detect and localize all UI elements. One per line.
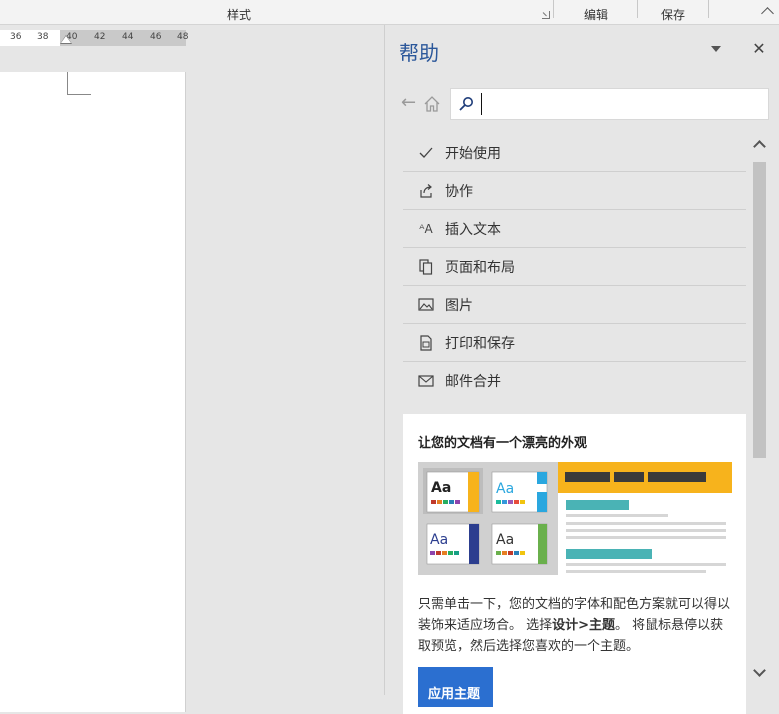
help-topic-getting-started[interactable]: 开始使用 bbox=[403, 134, 746, 172]
help-topic-label: 协作 bbox=[445, 183, 473, 200]
styles-dialog-launcher-icon[interactable] bbox=[542, 11, 550, 19]
help-topic-label: 插入文本 bbox=[445, 221, 501, 238]
help-topic-insert-text[interactable]: ᴬA 插入文本 bbox=[403, 210, 746, 248]
indent-marker-fill bbox=[61, 36, 71, 43]
help-topic-print-save[interactable]: 打印和保存 bbox=[403, 324, 746, 362]
search-box[interactable] bbox=[450, 88, 769, 120]
save-group-label: 保存 bbox=[661, 8, 686, 22]
theme-sample-text: Aa bbox=[430, 532, 448, 548]
help-topic-mail-merge[interactable]: 邮件合并 bbox=[403, 362, 746, 400]
scrollbar-thumb[interactable] bbox=[753, 162, 766, 458]
help-topic-collaborate[interactable]: 协作 bbox=[403, 172, 746, 210]
help-pane: 帮助 ✕ ← 开始使用 协作 ᴬA 插入文本 页面和布局 图片 打印和保存 邮件… bbox=[384, 25, 779, 714]
help-topic-pictures[interactable]: 图片 bbox=[403, 286, 746, 324]
theme-thumbnail: Aa bbox=[423, 521, 483, 567]
help-topic-page-layout[interactable]: 页面和布局 bbox=[403, 248, 746, 286]
help-topic-list: 开始使用 协作 ᴬA 插入文本 页面和布局 图片 打印和保存 邮件合并 bbox=[403, 134, 746, 400]
ruler-tick-label: 42 bbox=[94, 32, 106, 42]
help-pane-scrollbar[interactable] bbox=[751, 126, 768, 695]
theme-sample-text: Aa bbox=[431, 480, 451, 496]
editing-group-label: 编辑 bbox=[584, 8, 609, 22]
pages-icon bbox=[415, 258, 437, 275]
home-icon[interactable] bbox=[423, 95, 441, 113]
search-input[interactable] bbox=[481, 93, 761, 115]
theme-promo-card: 让您的文档有一个漂亮的外观 Aa Aa Aa Aa 只需单击一下，您的文档的字体… bbox=[403, 414, 746, 714]
share-icon bbox=[415, 183, 437, 199]
picture-icon bbox=[415, 297, 437, 313]
back-arrow-icon[interactable]: ← bbox=[401, 93, 416, 113]
theme-thumbnail: Aa bbox=[489, 468, 549, 514]
theme-sample-text: Aa bbox=[496, 532, 514, 548]
help-topic-label: 图片 bbox=[445, 297, 473, 314]
ribbon-divider bbox=[553, 0, 554, 18]
promo-title: 让您的文档有一个漂亮的外观 bbox=[418, 436, 588, 451]
ribbon-divider bbox=[708, 0, 709, 18]
ruler-tick-label: 36 bbox=[10, 32, 22, 42]
checkmark-icon bbox=[415, 145, 437, 161]
ruler-tick-label: 44 bbox=[122, 32, 134, 42]
promo-description: 只需单击一下，您的文档的字体和配色方案就可以得以装饰来适应场合。 选择设计>主题… bbox=[418, 594, 736, 657]
theme-thumbnail: Aa bbox=[423, 468, 483, 514]
styles-group-label: 样式 bbox=[227, 8, 252, 22]
text-size-icon: ᴬA bbox=[419, 221, 433, 236]
print-icon bbox=[415, 334, 437, 351]
search-icon bbox=[459, 97, 473, 111]
theme-sample-text: Aa bbox=[496, 481, 514, 497]
apply-theme-button[interactable]: 应用主题 bbox=[418, 667, 493, 707]
ruler-tick-label: 46 bbox=[150, 32, 162, 42]
ribbon-divider bbox=[637, 0, 638, 18]
margin-corner-mark bbox=[67, 72, 91, 95]
help-pane-title: 帮助 bbox=[399, 41, 439, 65]
collapse-ribbon-icon[interactable] bbox=[761, 7, 774, 20]
horizontal-ruler[interactable]: 36 38 40 42 44 46 48 bbox=[0, 30, 189, 46]
help-topic-label: 开始使用 bbox=[445, 145, 501, 162]
chevron-down-icon[interactable] bbox=[711, 46, 721, 52]
document-page[interactable] bbox=[0, 72, 186, 712]
mail-icon bbox=[415, 373, 437, 389]
theme-preview-illustration: Aa Aa Aa Aa bbox=[418, 462, 732, 575]
scroll-down-icon[interactable] bbox=[753, 664, 766, 677]
ruler-tick-label: 38 bbox=[37, 32, 49, 42]
help-topic-label: 打印和保存 bbox=[445, 335, 515, 352]
theme-thumbnail: Aa bbox=[489, 521, 549, 567]
ribbon-strip: 样式 编辑 保存 bbox=[0, 0, 779, 25]
ruler-tick-label: 48 bbox=[177, 32, 189, 42]
help-topic-label: 邮件合并 bbox=[445, 374, 501, 390]
promo-body-emphasis: 设计>主题 bbox=[552, 618, 616, 633]
help-topic-label: 页面和布局 bbox=[445, 259, 515, 276]
scroll-up-icon[interactable] bbox=[753, 140, 766, 153]
close-icon[interactable]: ✕ bbox=[751, 39, 767, 58]
